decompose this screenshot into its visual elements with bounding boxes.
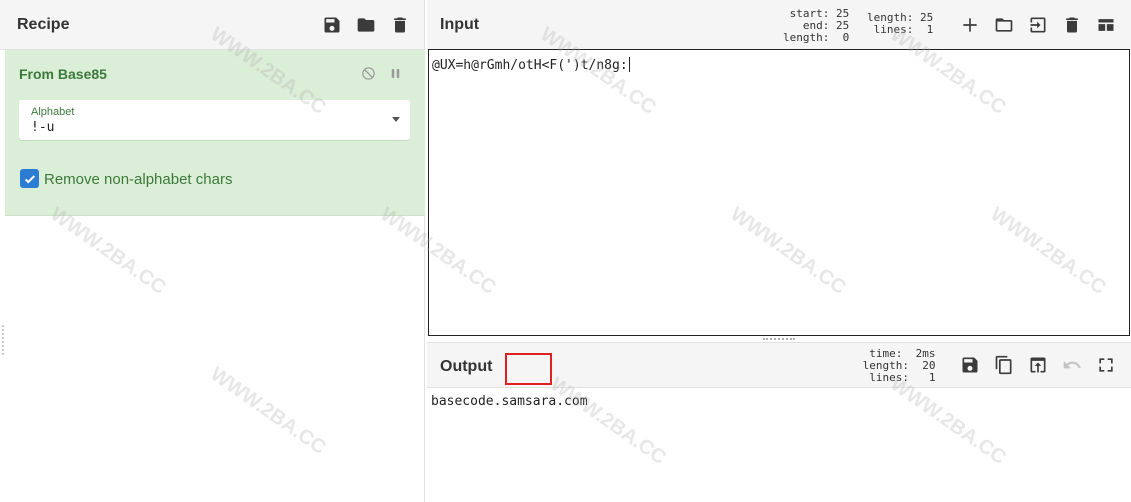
disable-icon[interactable] — [359, 64, 377, 82]
recipe-pane: Recipe From Base85 Alphabet !-u Remove n… — [0, 0, 425, 502]
input-title: Input — [440, 15, 480, 33]
output-title: Output — [440, 358, 493, 375]
plus-icon[interactable] — [959, 14, 981, 36]
input-length-stats: length: 25 lines: 1 — [867, 11, 934, 36]
pause-icon[interactable] — [386, 64, 404, 82]
undo-icon[interactable] — [1061, 354, 1083, 376]
maximize-icon[interactable] — [1095, 354, 1117, 376]
highlight-box — [505, 353, 552, 385]
input-text[interactable]: @UX=h@rGmh/otH<F(')t/n8g: — [432, 57, 630, 73]
save-icon[interactable] — [959, 354, 981, 376]
input-header: Input start: 25 end: 25 length: 0 length… — [427, 0, 1131, 50]
layout-icon[interactable] — [1095, 14, 1117, 36]
remove-non-alphabet-label[interactable]: Remove non-alphabet chars — [44, 171, 232, 188]
input-textarea[interactable]: @UX=h@rGmh/otH<F(')t/n8g: — [428, 49, 1130, 336]
folder-icon[interactable] — [993, 14, 1015, 36]
text-cursor — [628, 57, 630, 72]
output-text[interactable]: basecode.samsara.com — [431, 394, 588, 409]
copy-icon[interactable] — [993, 354, 1015, 376]
save-icon[interactable] — [321, 14, 343, 36]
recipe-header: Recipe — [0, 0, 424, 50]
io-pane: Input start: 25 end: 25 length: 0 length… — [427, 0, 1131, 502]
output-stats: time: 2ms length: 20 lines: 1 — [862, 347, 936, 384]
operation-title: From Base85 — [19, 66, 107, 82]
alphabet-value: !-u — [31, 120, 55, 135]
replace-input-icon[interactable] — [1027, 354, 1049, 376]
alphabet-select[interactable]: Alphabet !-u — [19, 100, 410, 140]
trash-icon[interactable] — [389, 14, 411, 36]
folder-icon[interactable] — [355, 14, 377, 36]
chevron-down-icon[interactable] — [392, 117, 400, 122]
panel-resize-handle[interactable] — [2, 325, 4, 355]
trash-icon[interactable] — [1061, 14, 1083, 36]
io-resize-handle[interactable] — [763, 338, 795, 340]
alphabet-label: Alphabet — [31, 106, 75, 118]
operation-from-base85[interactable]: From Base85 Alphabet !-u Remove non-alph… — [5, 50, 425, 216]
import-icon[interactable] — [1027, 14, 1049, 36]
recipe-title: Recipe — [17, 15, 70, 33]
input-selection-stats: start: 25 end: 25 length: 0 — [783, 7, 850, 44]
remove-non-alphabet-checkbox[interactable] — [20, 169, 39, 188]
output-header: Output time: 2ms length: 20 lines: 1 — [427, 342, 1131, 388]
